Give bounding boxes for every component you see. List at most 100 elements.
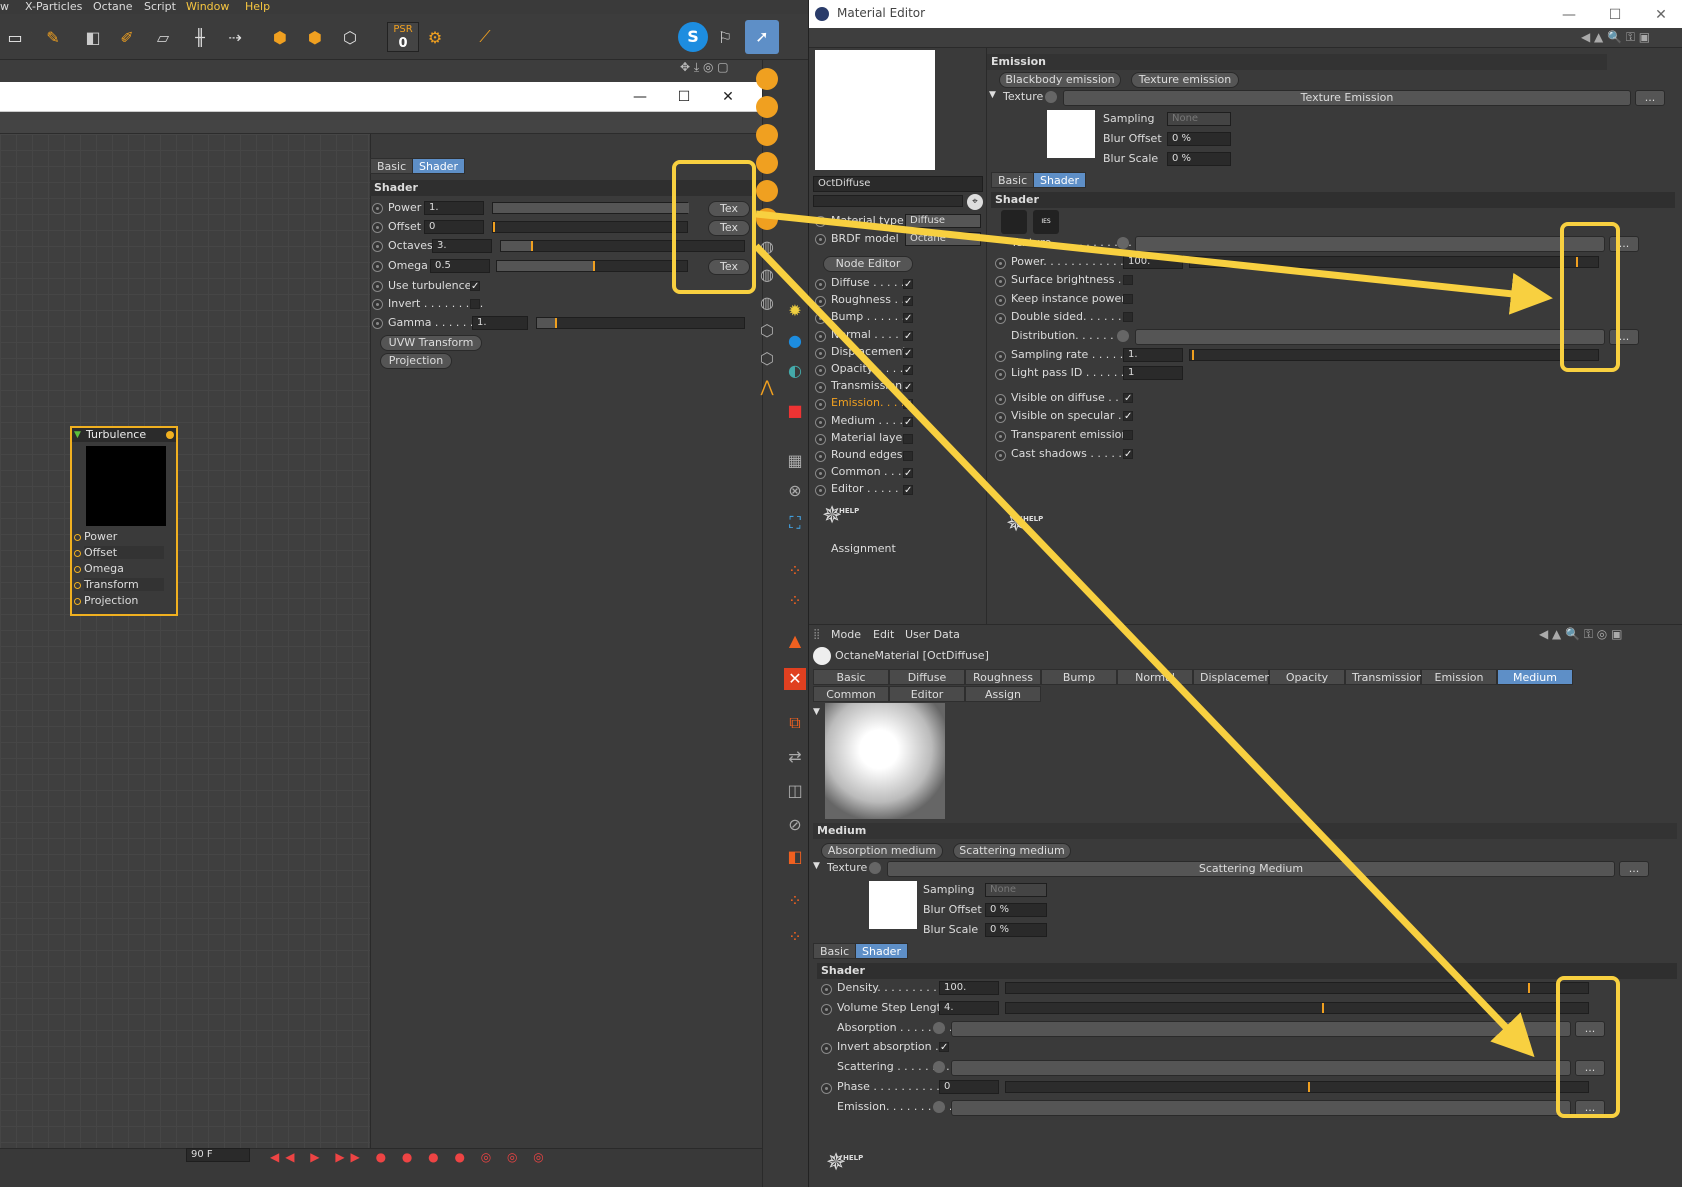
animate-radio-icon[interactable] [815, 433, 826, 445]
tab-basic[interactable]: Basic [370, 158, 414, 174]
octane-help-icon[interactable]: ✵ HELP [817, 500, 859, 530]
animate-radio-icon[interactable] [995, 393, 1006, 405]
output-port-icon[interactable] [166, 431, 174, 439]
animate-radio-icon[interactable] [995, 294, 1006, 306]
tab-basic[interactable]: Basic [991, 172, 1035, 188]
record-icon[interactable]: ■ [784, 400, 806, 422]
input-port-icon[interactable] [74, 566, 81, 573]
channel-checkbox[interactable]: ✓ [903, 279, 913, 290]
menu-item-script[interactable]: Script [144, 0, 176, 13]
animate-radio-icon[interactable] [815, 234, 826, 245]
blackbody-emission-button[interactable]: Blackbody emission [999, 72, 1121, 88]
tab-normal[interactable]: Normal [1117, 669, 1193, 685]
channel-label[interactable]: Common . . . [831, 465, 902, 478]
param-field[interactable]: 1 [1123, 366, 1183, 381]
channel-label[interactable]: Round edges [831, 448, 903, 461]
cube-icon[interactable]: ◧ [78, 22, 108, 52]
cross-icon[interactable]: ⊗ [784, 480, 806, 502]
input-port-icon[interactable] [74, 598, 81, 605]
emitter-icon[interactable]: ▲ [784, 630, 806, 652]
channel-label[interactable]: Medium . . . . [831, 414, 903, 427]
dots-eye-icon[interactable]: ⁘ [784, 890, 806, 912]
maximize-icon[interactable]: ☐ [1595, 0, 1635, 30]
shader-link-field[interactable] [951, 1099, 1571, 1116]
blur-scale-field[interactable]: 0 % [1167, 152, 1231, 166]
close-icon[interactable]: ✕ [1641, 0, 1681, 30]
particles-arrow-icon[interactable]: ⁘ [784, 590, 806, 612]
minimize-icon[interactable]: — [620, 82, 660, 112]
param-field[interactable]: 1. [1123, 347, 1183, 362]
frame-field[interactable]: 90 F [186, 1148, 250, 1162]
link-arrow-icon[interactable] [933, 1100, 945, 1113]
expand-triangle-icon[interactable]: ▼ [813, 707, 820, 717]
animate-radio-icon[interactable] [995, 449, 1006, 461]
gradient-icon[interactable]: ◧ [784, 846, 806, 868]
param-slider[interactable] [1005, 1081, 1589, 1093]
input-port-icon[interactable] [74, 534, 81, 541]
channel-label[interactable]: Displacement [831, 345, 907, 358]
material-sphere-icon[interactable] [756, 152, 778, 174]
render-region-icon[interactable]: ▭ [0, 22, 30, 52]
material-sphere-icon[interactable] [756, 124, 778, 146]
animate-radio-icon[interactable] [815, 382, 826, 394]
channel-checkbox[interactable]: ✓ [903, 416, 913, 427]
absorption-medium-button[interactable]: Absorption medium [821, 843, 943, 859]
blur-scale-field[interactable]: 0 % [985, 923, 1047, 937]
channel-checkbox[interactable]: ✓ [903, 399, 913, 410]
expand-triangle-icon[interactable]: ▼ [989, 90, 996, 100]
octane-help-icon[interactable]: ✵ HELP [1001, 508, 1043, 538]
cylinder-icon[interactable]: ⬡ [756, 320, 778, 342]
scattering-medium-link[interactable]: Scattering Medium [887, 861, 1615, 877]
power-slider[interactable] [492, 202, 689, 214]
animate-radio-icon[interactable] [815, 330, 826, 342]
animate-radio-icon[interactable] [995, 350, 1006, 362]
channel-label[interactable]: Bump . . . . . . [831, 310, 905, 323]
material-sphere-icon[interactable] [756, 180, 778, 202]
param-checkbox[interactable] [1123, 430, 1133, 440]
animate-radio-icon[interactable] [372, 222, 383, 233]
animate-radio-icon[interactable] [815, 416, 826, 428]
animate-radio-icon[interactable] [815, 216, 826, 227]
channel-checkbox[interactable]: ✓ [903, 468, 913, 479]
cube-outline-icon[interactable]: ⬡ [756, 348, 778, 370]
tab-shader[interactable]: Shader [1033, 172, 1086, 188]
camera-icon[interactable]: ⚐ [710, 22, 740, 52]
pen-tool-icon[interactable]: ✎ [38, 22, 68, 52]
param-field[interactable]: 100. [939, 981, 999, 995]
globe-icon[interactable]: ◍ [756, 236, 778, 258]
menu-item-window[interactable]: Window [186, 0, 229, 13]
omega-field[interactable]: 0.5 [430, 259, 490, 273]
animate-radio-icon[interactable] [372, 241, 383, 252]
param-checkbox[interactable]: ✓ [1123, 448, 1133, 459]
brdf-model-dropdown[interactable]: Octane [905, 232, 981, 246]
animate-radio-icon[interactable] [815, 451, 826, 462]
menu-item-octane[interactable]: Octane [93, 0, 133, 13]
omega-slider[interactable] [496, 260, 688, 272]
turbulence-node[interactable]: Turbulence ▼ Power Offset Omega Transfor… [70, 426, 178, 616]
expand-triangle-icon[interactable]: ▼ [813, 861, 820, 871]
animate-radio-icon[interactable] [821, 1003, 832, 1015]
animate-radio-icon[interactable] [815, 279, 826, 290]
animate-radio-icon[interactable] [815, 468, 826, 480]
gamma-field[interactable]: 1. [472, 316, 528, 330]
animate-radio-icon[interactable] [821, 1083, 832, 1094]
snap-icon[interactable]: ╫ [185, 22, 215, 52]
no-entry-icon[interactable]: ⊘ [784, 814, 806, 836]
tab-shader[interactable]: Shader [412, 158, 465, 174]
offset-field[interactable]: 0 [424, 220, 484, 234]
node-graph-canvas[interactable] [0, 134, 370, 1174]
spline-icon[interactable]: ⋀ [756, 376, 778, 398]
close-icon[interactable]: ✕ [708, 82, 748, 112]
node-editor-button[interactable]: Node Editor [823, 256, 913, 272]
animate-radio-icon[interactable] [372, 261, 383, 272]
tab-transmission[interactable]: Transmission [1345, 669, 1423, 685]
ellipsis-button[interactable]: ... [1635, 90, 1665, 106]
channel-checkbox[interactable]: ✓ [903, 382, 913, 393]
link-arrow-icon[interactable] [1117, 237, 1129, 249]
channel-checkbox[interactable]: ✓ [903, 485, 913, 496]
param-field[interactable]: 4. [939, 1000, 999, 1015]
param-slider[interactable] [1005, 982, 1589, 994]
animate-radio-icon[interactable] [821, 1043, 832, 1055]
sampling-dropdown[interactable]: None [985, 883, 1047, 897]
param-checkbox[interactable]: ✓ [939, 1042, 949, 1053]
